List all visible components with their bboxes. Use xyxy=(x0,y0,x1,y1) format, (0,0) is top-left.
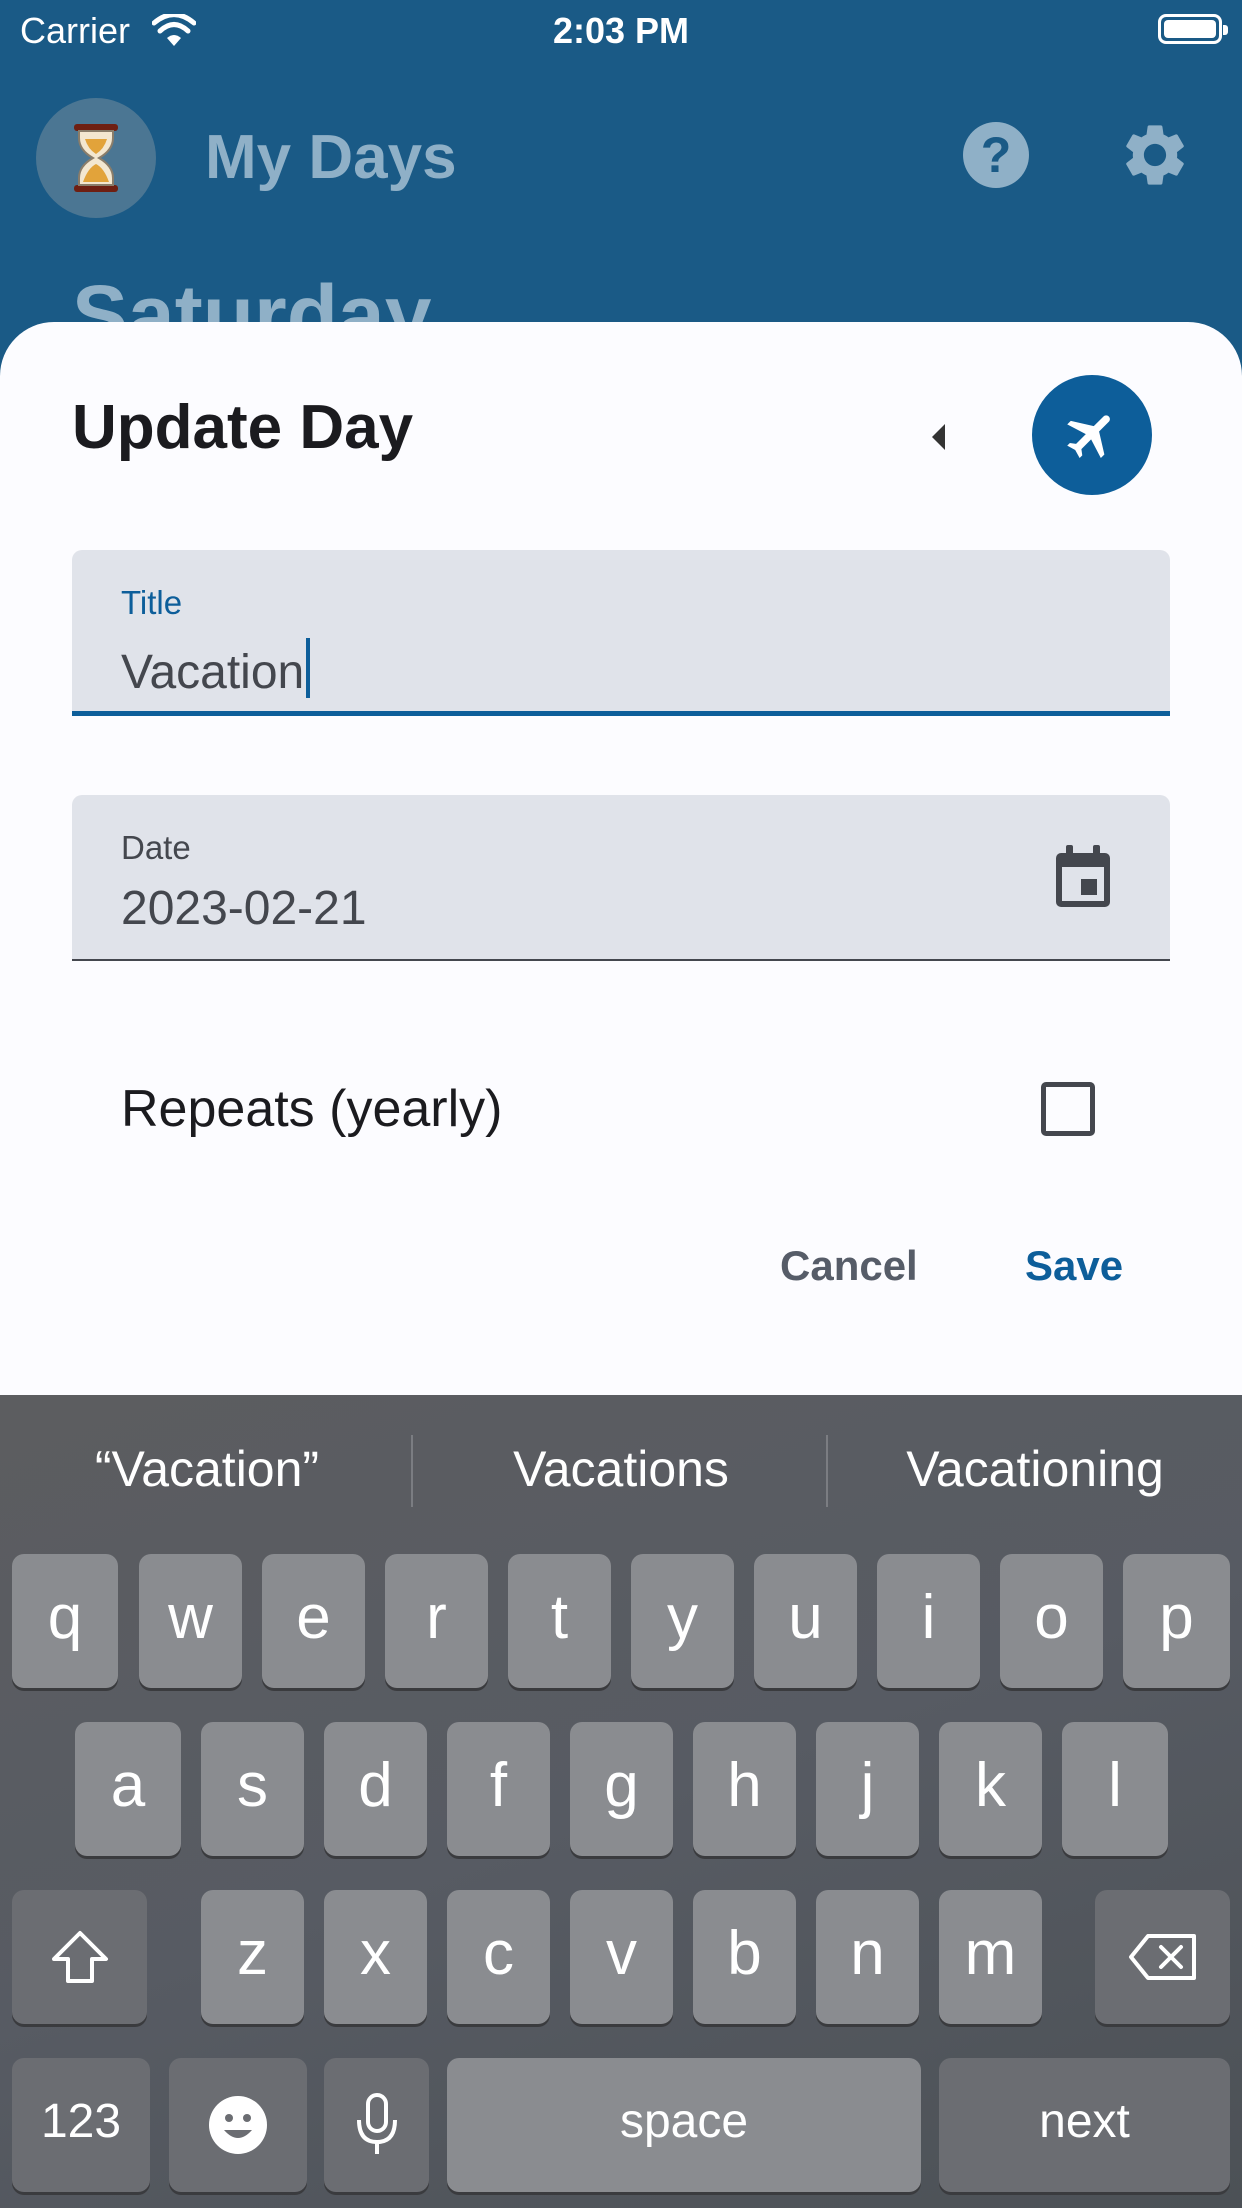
key-u[interactable]: u xyxy=(754,1554,857,1688)
date-field[interactable]: Date 2023-02-21 xyxy=(72,795,1170,961)
key-l[interactable]: l xyxy=(1062,1722,1168,1856)
key-t[interactable]: t xyxy=(508,1554,611,1688)
next-key[interactable]: next xyxy=(939,2058,1230,2192)
help-icon[interactable]: ? xyxy=(963,122,1029,188)
key-f[interactable]: f xyxy=(447,1722,550,1856)
numbers-key[interactable]: 123 xyxy=(12,2058,150,2192)
repeats-label: Repeats (yearly) xyxy=(121,1080,503,1138)
key-s[interactable]: s xyxy=(201,1722,304,1856)
backspace-icon xyxy=(1128,1934,1196,1980)
suggestion-bar: “Vacation” Vacations Vacationing xyxy=(0,1395,1242,1545)
dialog-title: Update Day xyxy=(72,393,414,462)
shift-arrow-icon xyxy=(51,1931,108,1983)
key-d[interactable]: d xyxy=(324,1722,427,1856)
hourglass-logo-icon xyxy=(36,98,156,218)
key-g[interactable]: g xyxy=(570,1722,673,1856)
app-title: My Days xyxy=(205,123,457,192)
key-v[interactable]: v xyxy=(570,1890,673,2024)
title-field[interactable]: Title Vacation xyxy=(72,550,1170,716)
gear-icon[interactable] xyxy=(1118,118,1192,192)
key-a[interactable]: a xyxy=(75,1722,181,1856)
microphone-icon xyxy=(356,2093,397,2154)
key-x[interactable]: x xyxy=(324,1890,427,2024)
calendar-icon[interactable] xyxy=(1054,845,1112,909)
key-z[interactable]: z xyxy=(201,1890,304,2024)
airplane-icon xyxy=(1067,415,1110,458)
emoji-key[interactable] xyxy=(169,2058,307,2192)
title-input-value: Vacation xyxy=(121,646,305,699)
caret-left-icon[interactable] xyxy=(932,424,945,450)
app-bar: My Days ? Saturday xyxy=(0,62,1242,362)
status-time: 2:03 PM xyxy=(552,10,690,51)
text-cursor xyxy=(306,638,311,698)
suggestion-2[interactable]: Vacations xyxy=(414,1440,828,1498)
cancel-button[interactable]: Cancel xyxy=(780,1242,918,1290)
onscreen-keyboard: “Vacation” Vacations Vacationing q w e r… xyxy=(0,1395,1242,2208)
key-h[interactable]: h xyxy=(693,1722,796,1856)
key-w[interactable]: w xyxy=(139,1554,242,1688)
key-k[interactable]: k xyxy=(939,1722,1042,1856)
suggestion-1[interactable]: “Vacation” xyxy=(0,1440,414,1498)
suggestion-3[interactable]: Vacationing xyxy=(828,1440,1242,1498)
key-e[interactable]: e xyxy=(262,1554,365,1688)
key-j[interactable]: j xyxy=(816,1722,919,1856)
key-i[interactable]: i xyxy=(877,1554,980,1688)
suggestion-divider xyxy=(411,1435,413,1507)
shift-key[interactable] xyxy=(12,1890,147,2024)
update-day-dialog: Update Day Title Vacation Date 2023-02-2… xyxy=(0,322,1242,1402)
key-n[interactable]: n xyxy=(816,1890,919,2024)
backspace-key[interactable] xyxy=(1095,1890,1230,2024)
key-q[interactable]: q xyxy=(12,1554,118,1688)
key-y[interactable]: y xyxy=(631,1554,734,1688)
date-field-label: Date xyxy=(121,829,191,866)
status-bar: Carrier 2:03 PM xyxy=(0,0,1242,62)
key-r[interactable]: r xyxy=(385,1554,488,1688)
key-p[interactable]: p xyxy=(1123,1554,1230,1688)
space-key[interactable]: space xyxy=(447,2058,921,2192)
key-o[interactable]: o xyxy=(1000,1554,1103,1688)
key-m[interactable]: m xyxy=(939,1890,1042,2024)
title-field-label: Title xyxy=(121,584,183,621)
key-c[interactable]: c xyxy=(447,1890,550,2024)
repeats-checkbox[interactable] xyxy=(1041,1082,1095,1136)
day-icon-button[interactable] xyxy=(1032,375,1152,495)
battery-icon xyxy=(1158,14,1228,44)
save-button[interactable]: Save xyxy=(1025,1242,1123,1290)
date-input-value: 2023-02-21 xyxy=(121,882,367,935)
emoji-icon xyxy=(209,2096,267,2154)
key-b[interactable]: b xyxy=(693,1890,796,2024)
dictation-key[interactable] xyxy=(324,2058,429,2192)
